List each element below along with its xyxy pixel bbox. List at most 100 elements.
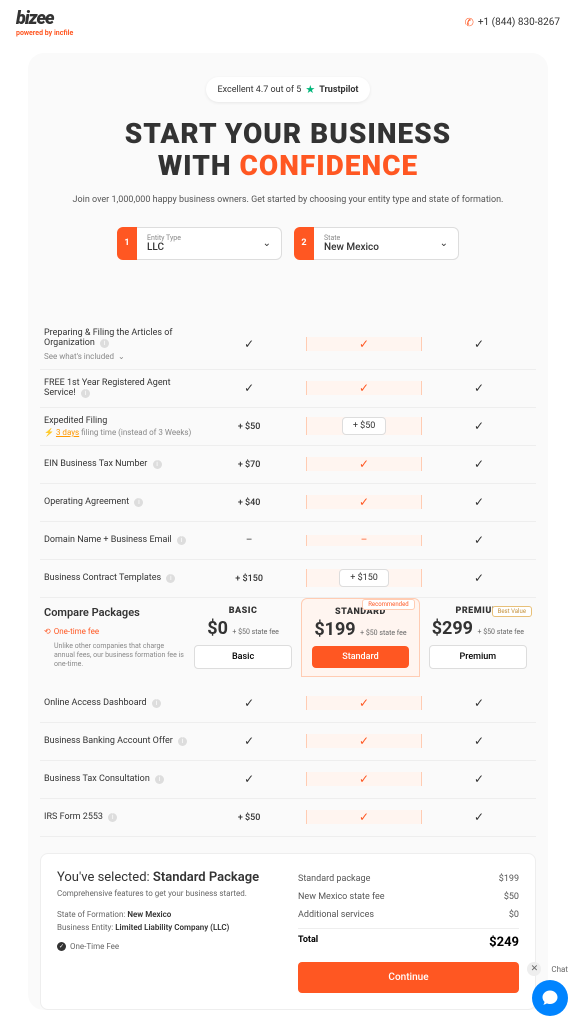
select-basic-button[interactable]: Basic (194, 645, 292, 669)
feature-row-articles: Preparing & Filing the Articles of Organ… (40, 320, 536, 370)
feature-cell: ✓ (192, 381, 306, 395)
bestvalue-badge: Best Value (492, 606, 532, 617)
feature-cell: + $50 (192, 421, 306, 432)
feature-label: EIN Business Tax Number i (40, 459, 192, 469)
feature-cell: ✓ (306, 457, 422, 471)
onetime-fee-label: ⟲ One-time fee (44, 627, 185, 636)
feature-cell: + $150 (192, 573, 306, 584)
feature-cell: + $50 (306, 417, 422, 435)
info-icon[interactable]: i (81, 389, 90, 398)
summary-total: Total $249 (298, 928, 519, 954)
feature-label: Preparing & Filing the Articles of Organ… (40, 328, 192, 361)
feature-row-dashboard: Online Access Dashboard i✓✓✓ (40, 685, 536, 723)
feature-row-banking: Business Banking Account Offer i✓✓✓ (40, 723, 536, 761)
feature-cell: ✓ (306, 696, 422, 710)
feature-cell: ✓ (422, 533, 536, 547)
chat-close-button[interactable]: ✕ (527, 962, 541, 976)
logo[interactable]: bizee powered by incfile (16, 8, 73, 37)
trustpilot-badge[interactable]: Excellent 4.7 out of 5 ★ Trustpilot (206, 77, 371, 102)
logo-text: bizee (16, 8, 73, 29)
feature-cell: ✓ (192, 734, 306, 748)
feature-cell: ✓ (192, 772, 306, 786)
summary-line: Standard package$199 (298, 870, 519, 888)
feature-cell: ✓ (306, 734, 422, 748)
see-included-link[interactable]: See what's included ⌄ (44, 352, 192, 361)
feature-row-domain: Domain Name + Business Email i––✓ (40, 522, 536, 560)
feature-cell: ✓ (422, 419, 536, 433)
feature-cell: – (192, 535, 306, 546)
trustpilot-name: Trustpilot (319, 85, 358, 95)
info-icon[interactable]: i (177, 536, 186, 545)
feature-label: Expedited Filing⚡ 3 days filing time (in… (40, 416, 192, 437)
summary-panel: You've selected: Standard Package Compre… (40, 853, 536, 1010)
info-icon[interactable]: i (108, 813, 117, 822)
addon-pill[interactable]: + $50 (342, 417, 387, 435)
feature-row-operating: Operating Agreement i+ $40✓✓ (40, 484, 536, 522)
pkg-premium-price: $299 + $50 state fee (424, 618, 532, 639)
feature-cell: ✓ (422, 381, 536, 395)
entity-selector[interactable]: 1 Entity Type LLC ⌄ (117, 227, 282, 260)
info-icon[interactable]: i (134, 498, 143, 507)
feature-cell: ✓ (422, 810, 536, 824)
chevron-down-icon: ⌄ (118, 352, 125, 361)
info-icon[interactable]: i (153, 460, 162, 469)
step-number-1: 1 (117, 227, 137, 260)
select-premium-button[interactable]: Premium (429, 645, 527, 669)
chevron-down-icon: ⌄ (440, 238, 448, 249)
feature-label: Domain Name + Business Email i (40, 535, 192, 545)
info-icon[interactable]: i (166, 574, 175, 583)
feature-row-expedited: Expedited Filing⚡ 3 days filing time (in… (40, 408, 536, 446)
feature-cell: ✓ (422, 734, 536, 748)
feature-cell: ✓ (422, 495, 536, 509)
feature-cell: ✓ (422, 337, 536, 351)
addon-pill[interactable]: + $150 (339, 569, 389, 587)
info-icon[interactable]: i (152, 699, 161, 708)
feature-cell: + $50 (192, 812, 306, 823)
pkg-basic-price: $0 + $50 state fee (189, 618, 297, 639)
refresh-icon: ⟲ (44, 627, 51, 636)
chat-button[interactable] (532, 980, 568, 1016)
package-standard: Recommended STANDARD $199 + $50 state fe… (301, 598, 419, 677)
star-icon: ★ (305, 83, 315, 96)
feature-label: Online Access Dashboard i (40, 698, 192, 708)
feature-label: Business Contract Templates i (40, 573, 192, 583)
feature-cell: + $70 (192, 459, 306, 470)
feature-row-contracts: Business Contract Templates i+ $150+ $15… (40, 560, 536, 598)
entity-label: Entity Type (147, 234, 181, 242)
summary-line: New Mexico state fee$50 (298, 888, 519, 906)
feature-cell: + $40 (192, 497, 306, 508)
check-circle-icon: ✓ (57, 942, 66, 951)
select-standard-button[interactable]: Standard (312, 646, 410, 668)
summary-title: You've selected: Standard Package (57, 870, 278, 885)
feature-cell: ✓ (422, 772, 536, 786)
feature-label: Business Tax Consultation i (40, 774, 192, 784)
continue-button[interactable]: Continue (298, 962, 519, 993)
package-premium: Best Value PREMIUM $299 + $50 state fee … (420, 606, 536, 669)
chat-label: Chat (551, 965, 568, 974)
info-icon[interactable]: i (100, 339, 109, 348)
summary-line: Additional services$0 (298, 906, 519, 924)
recommended-badge: Recommended (362, 599, 414, 610)
state-value: New Mexico (324, 242, 379, 253)
logo-subtext: powered by incfile (16, 29, 73, 37)
feature-cell: ✓ (422, 696, 536, 710)
chevron-down-icon: ⌄ (263, 238, 271, 249)
feature-cell: ✓ (422, 571, 536, 585)
feature-cell: ✓ (306, 381, 422, 395)
trustpilot-rating: Excellent 4.7 out of 5 (218, 85, 302, 95)
info-icon[interactable]: i (178, 737, 187, 746)
summary-subtitle: Comprehensive features to get your busin… (57, 889, 278, 898)
expedited-note: ⚡ 3 days filing time (instead of 3 Weeks… (44, 428, 192, 437)
compare-desc: Unlike other companies that charge annua… (44, 642, 185, 669)
info-icon[interactable]: i (155, 775, 164, 784)
feature-row-irs2553: IRS Form 2553 i+ $50✓✓ (40, 799, 536, 837)
feature-row-agent: FREE 1st Year Registered Agent Service! … (40, 370, 536, 408)
pkg-basic-name: BASIC (189, 606, 297, 616)
phone-icon: ✆ (465, 16, 474, 29)
package-basic: BASIC $0 + $50 state fee Basic (185, 606, 301, 669)
state-selector[interactable]: 2 State New Mexico ⌄ (294, 227, 459, 260)
phone-link[interactable]: ✆ +1 (844) 830-8267 (465, 16, 560, 29)
entity-value: LLC (147, 242, 181, 253)
feature-label: Business Banking Account Offer i (40, 736, 192, 746)
feature-cell: + $150 (306, 569, 422, 587)
